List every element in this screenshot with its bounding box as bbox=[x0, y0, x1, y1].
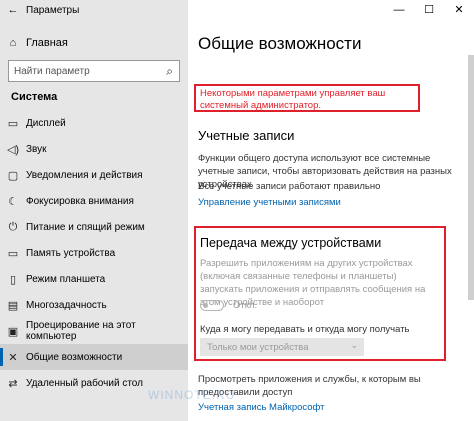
sidebar-item-label: Звук bbox=[26, 143, 47, 155]
window-title: Параметры bbox=[26, 4, 80, 16]
sidebar-item-sound[interactable]: ◁) Звук bbox=[0, 136, 188, 162]
share-receive-dropdown[interactable]: Только мои устройства ⌄ bbox=[200, 338, 364, 356]
notifications-icon: ▢ bbox=[7, 169, 19, 182]
sidebar-nav: ▭ Дисплей ◁) Звук ▢ Уведомления и действия … bbox=[0, 110, 188, 396]
shared-experiences-icon: ✕ bbox=[8, 351, 18, 364]
sidebar-item-shared-experiences[interactable]: ✕ Общие возможности bbox=[0, 344, 188, 370]
sidebar-item-label: Многозадачность bbox=[26, 299, 107, 311]
sidebar-item-storage[interactable]: ▭ Память устройства bbox=[0, 240, 188, 266]
sidebar-item-label: Питание и спящий режим bbox=[26, 221, 145, 233]
sidebar-item-notifications[interactable]: ▢ Уведомления и действия bbox=[0, 162, 188, 188]
sidebar: ← Параметры ⌂ Главная Найти параметр ⌕ С… bbox=[0, 0, 188, 421]
tablet-icon: ▯ bbox=[9, 273, 17, 286]
sidebar-item-label: Память устройства bbox=[26, 247, 116, 259]
maximize-button[interactable]: ☐ bbox=[414, 0, 444, 20]
accounts-heading: Учетные записи bbox=[198, 128, 295, 143]
title-bar: ← Параметры bbox=[0, 0, 188, 20]
minimize-button[interactable]: — bbox=[384, 0, 414, 20]
search-input[interactable]: Найти параметр ⌕ bbox=[8, 60, 180, 82]
storage-icon: ▭ bbox=[7, 247, 19, 260]
cross-device-toggle[interactable] bbox=[200, 300, 224, 311]
sidebar-item-label: Режим планшета bbox=[26, 273, 106, 285]
remote-desktop-icon: ⇄ bbox=[8, 377, 18, 390]
dropdown-value: Только мои устройства bbox=[207, 341, 309, 353]
close-button[interactable]: ✕ bbox=[444, 0, 474, 20]
page-title: Общие возможности bbox=[198, 34, 362, 53]
home-label: Главная bbox=[26, 37, 68, 49]
watermark: WINNOTE.RU bbox=[148, 388, 236, 402]
sidebar-item-display[interactable]: ▭ Дисплей bbox=[0, 110, 188, 136]
projecting-icon: ▣ bbox=[7, 325, 19, 338]
multitasking-icon: ▤ bbox=[7, 299, 19, 312]
moon-icon: ☾ bbox=[8, 195, 18, 208]
display-icon: ▭ bbox=[7, 117, 19, 130]
toggle-state-label: Откл. bbox=[233, 300, 258, 311]
search-icon[interactable]: ⌕ bbox=[166, 64, 173, 79]
admin-managed-note: Некоторыми параметрами управляет ваш сис… bbox=[194, 84, 420, 112]
sidebar-item-label: Проецирование на этот компьютер bbox=[26, 320, 136, 342]
sidebar-item-multitasking[interactable]: ▤ Многозадачность bbox=[0, 292, 188, 318]
cross-device-heading: Передача между устройствами bbox=[200, 236, 382, 250]
back-arrow-icon[interactable]: ← bbox=[0, 4, 26, 16]
home-icon: ⌂ bbox=[9, 37, 17, 49]
window-controls: — ☐ ✕ bbox=[384, 0, 474, 20]
sidebar-item-label: Общие возможности bbox=[26, 351, 123, 363]
sidebar-item-label: Уведомления и действия bbox=[26, 169, 143, 181]
cross-device-section: Передача между устройствами Разрешить пр… bbox=[194, 226, 446, 361]
speaker-icon: ◁) bbox=[6, 143, 20, 156]
sidebar-item-projecting[interactable]: ▣ Проецирование на этот компьютер bbox=[0, 318, 188, 344]
power-icon: ⏻ bbox=[8, 220, 18, 233]
footer-description: Просмотреть приложения и службы, к котор… bbox=[198, 374, 421, 398]
home-nav-item[interactable]: ⌂ Главная bbox=[0, 33, 188, 53]
chevron-down-icon: ⌄ bbox=[350, 340, 358, 350]
sidebar-item-label: Дисплей bbox=[26, 117, 66, 129]
share-receive-label: Куда я могу передавать и откуда могу пол… bbox=[200, 324, 410, 335]
sidebar-item-tablet-mode[interactable]: ▯ Режим планшета bbox=[0, 266, 188, 292]
sidebar-item-focus-assist[interactable]: ☾ Фокусировка внимания bbox=[0, 188, 188, 214]
sidebar-item-label: Удаленный рабочий стол bbox=[26, 377, 143, 389]
microsoft-account-link[interactable]: Учетная запись Майкрософт bbox=[198, 402, 324, 413]
search-placeholder: Найти параметр bbox=[14, 65, 90, 77]
main-content: — ☐ ✕ Общие возможности Некоторыми парам… bbox=[188, 0, 474, 421]
accounts-status: Все учетные записи работают правильно bbox=[198, 181, 381, 192]
section-title-system: Система bbox=[11, 91, 58, 103]
scrollbar[interactable] bbox=[468, 55, 474, 300]
sidebar-item-power-sleep[interactable]: ⏻ Питание и спящий режим bbox=[0, 214, 188, 240]
sidebar-item-label: Фокусировка внимания bbox=[26, 195, 134, 207]
manage-accounts-link[interactable]: Управление учетными записями bbox=[198, 197, 341, 208]
cross-device-toggle-row: Откл. bbox=[200, 300, 257, 311]
